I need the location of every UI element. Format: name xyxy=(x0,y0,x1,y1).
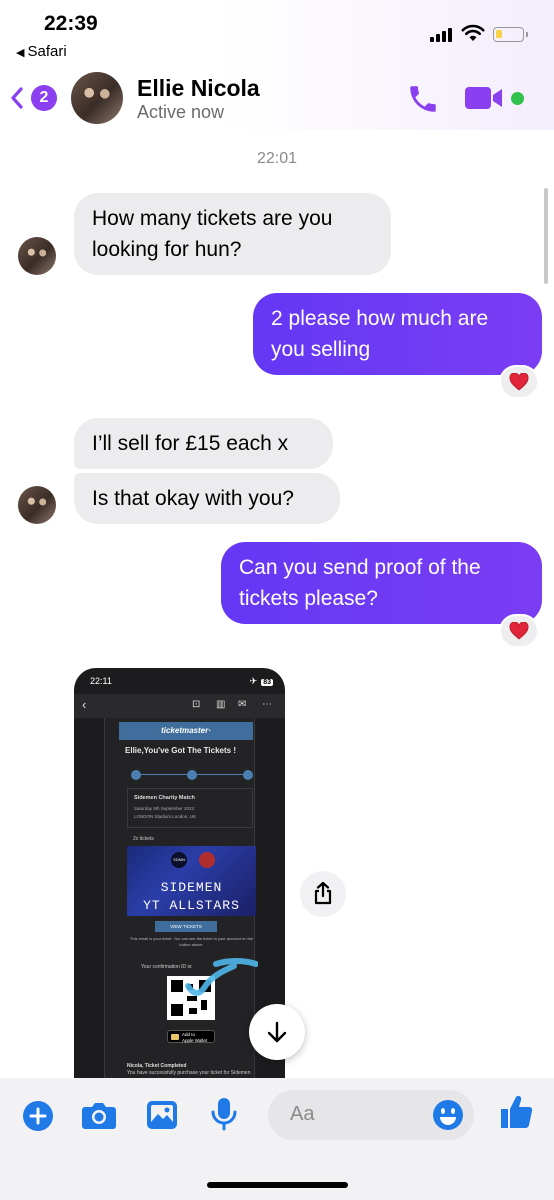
back-triangle-icon: ◀ xyxy=(16,47,25,59)
back-button[interactable]: 2 xyxy=(10,82,64,114)
scroll-indicator xyxy=(544,188,548,284)
email-note: This email is your ticket. You can see t… xyxy=(129,936,254,947)
back-chevron-icon: ‹ xyxy=(82,697,87,712)
scribble-annotation xyxy=(185,958,258,996)
emoji-icon[interactable] xyxy=(432,1099,464,1131)
mail-icon: ✉ xyxy=(238,699,247,710)
sender-avatar[interactable] xyxy=(18,486,56,524)
message-input-placeholder: Aa xyxy=(290,1103,315,1125)
view-tickets-button: VIEW TICKETS xyxy=(155,921,217,932)
attachment-battery: 83 xyxy=(261,679,273,686)
incoming-message-1[interactable]: How many tickets are you looking for hun… xyxy=(74,193,391,275)
chat-header: 2 Ellie Nicola Active now xyxy=(0,66,554,130)
red-heart-icon xyxy=(509,621,529,640)
attachment-status-icons: ✈ 83 xyxy=(250,676,273,687)
photo-gallery-icon[interactable] xyxy=(146,1100,178,1130)
message-timestamp: 22:01 xyxy=(256,150,298,167)
event-title: Sidemen Charity Match xyxy=(134,795,195,801)
heart-reaction[interactable] xyxy=(499,365,539,399)
phone-call-icon[interactable] xyxy=(406,82,440,116)
message-line: 2 please how much are xyxy=(271,307,489,330)
wallet-label: Apple Wallet xyxy=(182,1037,208,1043)
event-banner: SDMN SIDEMEN YT ALLSTARS xyxy=(127,846,256,916)
message-input[interactable]: Aa xyxy=(268,1090,474,1140)
airplane-icon: ✈ xyxy=(249,676,258,686)
email-toolbar: ‹ ⊡ ▥ ✉ ⋯ xyxy=(74,694,285,718)
message-line: looking for hun? xyxy=(92,238,242,261)
thumbs-up-icon[interactable] xyxy=(499,1094,533,1130)
heart-reaction[interactable] xyxy=(499,614,539,648)
ticket-count: 2x tickets xyxy=(133,836,154,842)
cellular-signal-icon xyxy=(430,26,454,42)
message-line: you selling xyxy=(271,338,371,361)
share-icon xyxy=(314,881,332,905)
event-date: Saturday 9th September 2023 xyxy=(134,806,195,811)
red-heart-icon xyxy=(509,372,529,391)
email-body: ticketmaster· Ellie,You've Got The Ticke… xyxy=(104,718,256,1078)
back-app-label: Safari xyxy=(27,43,67,60)
contact-name[interactable]: Ellie Nicola xyxy=(137,75,260,102)
microphone-icon[interactable] xyxy=(210,1096,238,1132)
trash-icon: ▥ xyxy=(216,699,226,710)
home-indicator xyxy=(207,1182,348,1188)
status-time: 22:39 xyxy=(44,12,98,35)
ticketmaster-logo: ticketmaster· xyxy=(119,722,253,740)
scroll-to-bottom-button[interactable] xyxy=(249,1004,305,1060)
contact-avatar[interactable] xyxy=(71,72,123,124)
email-title: Ellie,You've Got The Tickets ! xyxy=(125,746,236,755)
apple-wallet-button: Add to Apple Wallet xyxy=(167,1030,215,1043)
sender-avatar[interactable] xyxy=(18,237,56,275)
message-line: Can you send proof of the xyxy=(239,556,481,579)
footer-text: You have successfully purchase your tick… xyxy=(127,1070,251,1076)
arrow-down-icon xyxy=(267,1021,287,1043)
event-details: Sidemen Charity Match Saturday 9th Septe… xyxy=(127,788,253,828)
email-footer: Nicola, Ticket Completed You have success… xyxy=(127,1063,251,1077)
wallet-icon xyxy=(171,1034,179,1040)
chevron-left-icon xyxy=(11,87,23,109)
sidemen-logo: SDMN xyxy=(171,852,187,868)
camera-icon[interactable] xyxy=(81,1100,117,1130)
video-call-icon[interactable] xyxy=(464,84,504,112)
incoming-message-2[interactable]: I’ll sell for £15 each x xyxy=(74,418,333,469)
allstars-logo xyxy=(199,852,215,868)
attachment-status-time: 22:11 xyxy=(90,676,112,686)
event-venue: LONDON Stadium London, UK xyxy=(134,814,197,819)
banner-line-1: SIDEMEN xyxy=(160,880,223,895)
message-line: Is that okay with you? xyxy=(92,487,294,510)
outgoing-message-1[interactable]: 2 please how much are you selling xyxy=(253,293,542,375)
message-line: I’ll sell for £15 each x xyxy=(92,432,289,455)
outgoing-message-2[interactable]: Can you send proof of the tickets please… xyxy=(221,542,542,624)
wifi-icon xyxy=(461,24,485,41)
incoming-message-3[interactable]: Is that okay with you? xyxy=(74,473,340,524)
plus-icon[interactable] xyxy=(22,1100,54,1132)
online-status-dot xyxy=(511,92,524,105)
more-icon: ⋯ xyxy=(262,699,272,710)
share-button[interactable] xyxy=(300,871,346,917)
message-line: How many tickets are you xyxy=(92,207,333,230)
archive-icon: ⊡ xyxy=(192,699,201,710)
battery-icon xyxy=(493,27,528,42)
message-line: tickets please? xyxy=(239,587,378,610)
banner-line-2: YT ALLSTARS xyxy=(143,898,240,913)
status-bar: 22:39 ◀ Safari xyxy=(0,0,554,70)
unread-count-badge: 2 xyxy=(31,85,57,111)
footer-title: Nicola, Ticket Completed xyxy=(127,1063,187,1069)
back-to-app-link[interactable]: ◀ Safari xyxy=(16,43,67,60)
order-progress xyxy=(131,770,253,780)
contact-status: Active now xyxy=(137,102,225,122)
